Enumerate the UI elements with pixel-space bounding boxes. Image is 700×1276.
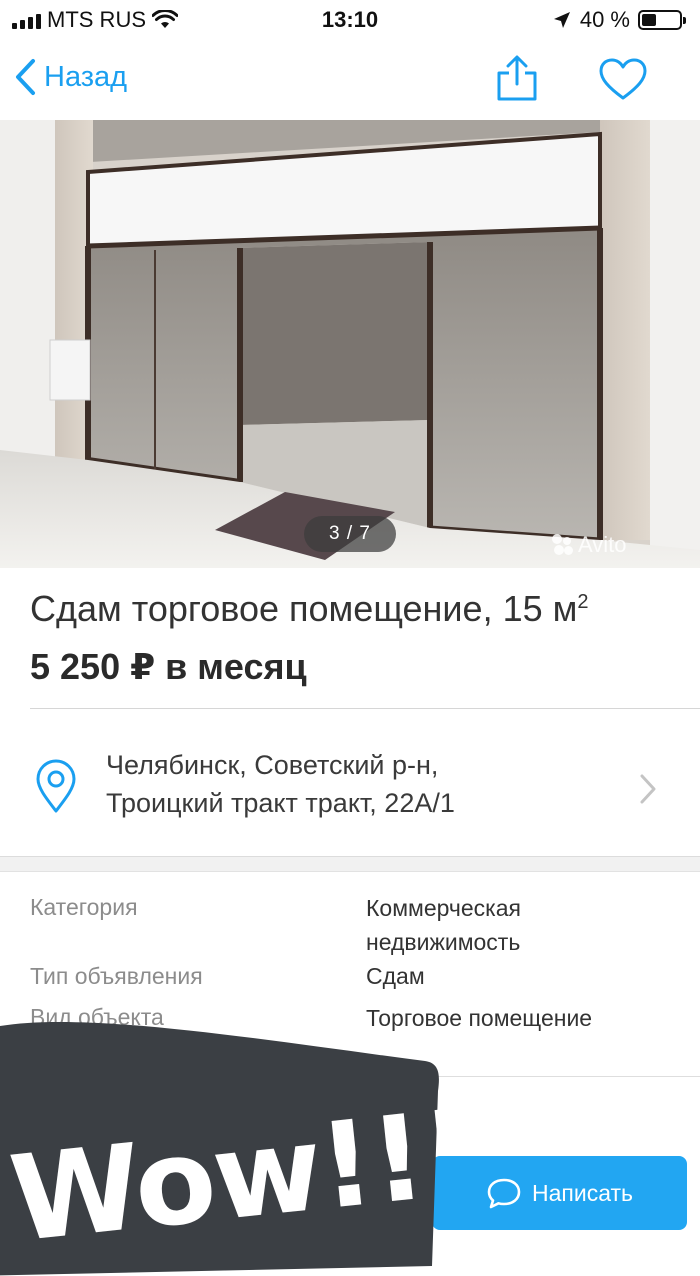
chat-bubble-icon	[487, 1178, 521, 1209]
address-line-1: Челябинск, Советский р-н,	[106, 750, 439, 780]
nav-bar: Назад	[0, 38, 700, 120]
battery-percent: 40 %	[579, 7, 630, 32]
status-bar: MTS RUS 13:10 40 %	[0, 0, 700, 38]
property-value: Сдам	[366, 963, 425, 989]
battery-icon	[638, 10, 686, 30]
photo-counter: 3 / 7	[304, 516, 396, 552]
address-row[interactable]: Челябинск, Советский р-н, Троицкий тракт…	[0, 710, 700, 858]
status-right: 40 %	[552, 7, 686, 33]
watermark-text: Avito	[578, 532, 627, 557]
section-separator	[0, 856, 700, 872]
listing-price: 5 250 ₽ в месяц	[30, 646, 307, 687]
location-arrow-icon	[553, 12, 570, 28]
chevron-right-icon	[640, 774, 656, 804]
avito-logo-icon	[552, 534, 574, 556]
share-icon[interactable]	[494, 54, 540, 102]
property-value: Коммерческая недвижимость	[366, 895, 521, 955]
chevron-left-icon	[16, 59, 35, 95]
write-message-button[interactable]: Написать	[432, 1156, 687, 1230]
title-superscript: 2	[577, 591, 589, 613]
property-label: Тип объявления	[30, 963, 203, 989]
back-label: Назад	[44, 60, 128, 93]
wow-sticker: Wow!!!	[0, 1021, 440, 1276]
write-label: Написать	[531, 1179, 633, 1206]
address-line-2: Троицкий тракт тракт, 22А/1	[106, 788, 455, 818]
heart-icon[interactable]	[598, 58, 648, 102]
back-button[interactable]: Назад	[14, 58, 127, 96]
property-label: Категория	[30, 894, 138, 920]
location-pin-icon	[36, 759, 76, 813]
divider	[30, 708, 700, 709]
avito-watermark: Avito	[552, 532, 627, 558]
listing-title: Сдам торговое помещение, 15 м2	[30, 588, 589, 629]
storefront-image	[0, 120, 700, 568]
listing-photo[interactable]	[0, 120, 700, 568]
